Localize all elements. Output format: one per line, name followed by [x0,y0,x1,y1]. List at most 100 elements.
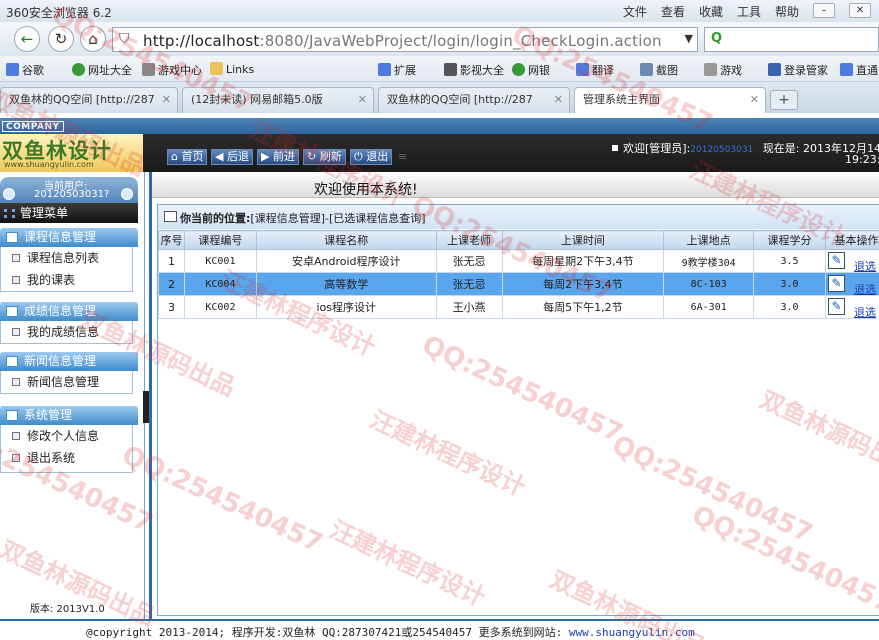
back-button[interactable]: ◀ 后退 [211,149,253,165]
home-icon[interactable]: ⌂ [80,26,106,52]
drop-course-link[interactable]: 退选 [854,283,876,296]
col-name: 课程名称 [255,230,437,250]
admin-id: 20120503031 [690,145,754,155]
fav-games[interactable]: 游戏 [704,62,742,78]
close-window-icon[interactable]: ✕ [849,3,871,18]
col-actions: 基本操作 [824,230,879,250]
edit-icon[interactable]: ✎ [827,275,845,292]
table-header-row: 序号 课程编号 课程名称 上课老师 上课时间 上课地点 课程学分 基本操作 [158,230,879,250]
close-tab-icon[interactable]: ✕ [358,88,367,112]
footer: @copyright 2013-2014; 程序开发:双鱼林 QQ:287307… [0,619,879,640]
row-name: 高等数学 [255,272,437,296]
fav-links[interactable]: Links [210,62,254,76]
doc-icon [12,254,20,262]
chevron-down-icon[interactable]: ▼ [685,32,693,45]
col-time: 上课时间 [501,230,665,250]
sidebar-item-edit-profile[interactable]: 修改个人信息 [1,425,132,447]
fav-extensions[interactable]: 扩展 [378,62,416,78]
col-no: 序号 [158,230,185,250]
row-place: 8C-103 [663,272,755,296]
fav-login-manager[interactable]: 登录管家 [768,62,828,78]
fav-translate[interactable]: 翻译 [576,62,614,78]
browser-menu: 文件 查看 收藏 工具 帮助 – ✕ [623,3,871,20]
forward-button[interactable]: ▶ 前进 [257,149,299,165]
tab-qq-space-2[interactable]: 双鱼林的QQ空间 [http://287 ✕ [378,87,570,113]
close-tab-icon[interactable]: ✕ [750,88,759,112]
section-course-management[interactable]: 课程信息管理 [0,228,138,247]
row-no: 1 [158,249,185,273]
welcome-info: 欢迎[管理员]:20120503031 现在是: 2013年12月14 [612,140,879,156]
table-row[interactable]: 1 KC001 安卓Android程序设计 张无忌 每周星期2下午3,4节 9教学楼304… [158,249,879,273]
row-teacher: 王小燕 [435,295,503,319]
close-tab-icon[interactable]: ✕ [554,88,563,112]
row-teacher: 张无忌 [435,249,503,273]
doc-icon [12,454,20,462]
drop-course-link[interactable]: 退选 [854,260,876,273]
fav-site-directory[interactable]: 网址大全 [72,62,132,78]
row-name: ios程序设计 [255,295,437,319]
main-area: 欢迎使用本系统! 你当前的位置:[课程信息管理]-[已选课程信息查询] 序号 课… [149,172,879,619]
browser-menu-file[interactable]: 文件 [623,3,647,20]
sidebar: 当前用户: 20120503031? 管理菜单 课程信息管理 课程信息列表 我的… [0,172,145,619]
search-input[interactable]: Q [704,27,879,52]
fav-screenshot[interactable]: 截图 [640,62,678,78]
favorites-bar: 谷歌 网址大全 游戏中心 Links 扩展 影视大全 网银 翻译 截图 游戏 登… [0,56,879,82]
section-news-management[interactable]: 新闻信息管理 [0,352,138,371]
footer-site-link[interactable]: www.shuangyulin.com [569,626,695,639]
edit-icon[interactable]: ✎ [827,298,845,315]
drop-course-link[interactable]: 退选 [854,306,876,319]
grid-icon [4,209,15,218]
site-header: 双鱼林设计 www.shuangyulin.com ⌂ 首页 ◀ 后退 ▶ 前进… [0,134,879,172]
address-bar[interactable]: ⛉ http://localhost:8080/JavaWebProject/l… [112,27,698,52]
folder-icon [6,410,18,421]
version-label: 版本: 2013V1.0 [30,604,105,615]
row-code: KC001 [183,249,257,273]
sidebar-item-course-list[interactable]: 课程信息列表 [1,247,132,269]
section-score-management[interactable]: 成绩信息管理 [0,302,138,321]
refresh-button[interactable]: ↻ 刷新 [303,149,346,165]
home-button[interactable]: ⌂ 首页 [167,149,208,165]
new-tab-icon[interactable]: + [770,90,798,110]
edit-icon[interactable]: ✎ [827,252,845,269]
back-arrow-icon[interactable]: ← [14,26,40,52]
tab-netease-mail[interactable]: (12封未读) 网易邮箱5.0版 ✕ [182,87,374,113]
row-actions: ✎ 退选 [824,295,879,319]
fav-game-center[interactable]: 游戏中心 [142,62,202,78]
fav-video[interactable]: 影视大全 [444,62,504,78]
browser-menu-tools[interactable]: 工具 [737,3,761,20]
tab-qq-space-1[interactable]: 双鱼林的QQ空间 [http://287 ✕ [0,87,178,113]
table-row[interactable]: 2 KC004 高等数学 张无忌 每周2下午3,4节 8C-103 3.0 ✎ 退选 [158,272,879,296]
col-teacher: 上课老师 [435,230,503,250]
doc-icon [12,378,20,386]
address-url[interactable]: http://localhost:8080/JavaWebProject/log… [143,32,662,50]
welcome-title: 欢迎使用本系统! [314,182,418,198]
fav-bank[interactable]: 网银 [512,62,550,78]
sidebar-item-logout[interactable]: 退出系统 [1,447,132,469]
section-system-management[interactable]: 系统管理 [0,406,138,425]
row-credit: 3.0 [753,295,826,319]
minimize-icon[interactable]: – [813,3,835,18]
browser-menu-favorites[interactable]: 收藏 [699,3,723,20]
col-credit: 课程学分 [753,230,826,250]
doc-icon [12,328,20,336]
close-tab-icon[interactable]: ✕ [162,88,171,112]
course-table: 序号 课程编号 课程名称 上课老师 上课时间 上课地点 课程学分 基本操作 1K… [158,230,879,319]
fav-direct[interactable]: 直通 [840,62,878,78]
browser-menu-view[interactable]: 查看 [661,3,685,20]
browser-menu-help[interactable]: 帮助 [775,3,799,20]
search-engine-icon[interactable]: Q [711,31,722,46]
site-logo: 双鱼林设计 www.shuangyulin.com [0,134,143,172]
fav-google[interactable]: 谷歌 [6,62,44,78]
web-page: COMPANY 双鱼林设计 www.shuangyulin.com ⌂ 首页 ◀… [0,113,879,640]
sidebar-item-my-scores[interactable]: 我的成绩信息 [1,321,132,343]
table-row[interactable]: 3 KC002 ios程序设计 王小燕 每周5下午1,2节 6A-301 3.0 ✎ 退选 [158,295,879,319]
section-course-body: 课程信息列表 我的课表 [0,247,133,292]
sidebar-item-news[interactable]: 新闻信息管理 [1,371,132,393]
refresh-icon[interactable]: ↻ [48,26,74,52]
logout-button[interactable]: ⏻ 退出 [350,149,393,165]
tab-admin-main[interactable]: 管理系统主界面 ✕ [574,87,766,113]
folder-icon [6,306,18,317]
doc-icon [12,276,20,284]
row-no: 2 [158,272,185,296]
sidebar-item-my-schedule[interactable]: 我的课表 [1,269,132,291]
